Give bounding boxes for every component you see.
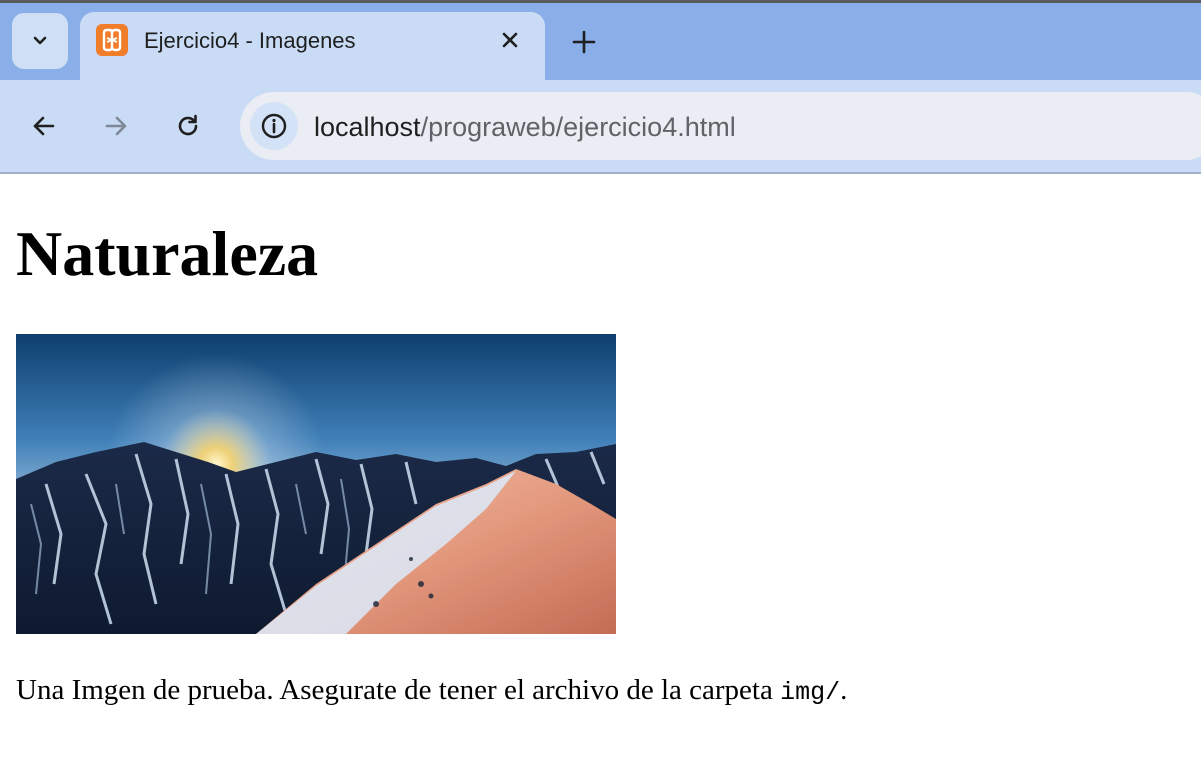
- info-icon: [261, 113, 287, 139]
- caption-code: img/: [780, 678, 841, 707]
- tab-strip: Ejercicio4 - Imagenes: [0, 0, 1201, 88]
- mountain-sunrise-photo: [16, 334, 616, 634]
- reload-button[interactable]: [168, 106, 208, 146]
- browser-toolbar: localhost/prograweb/ejercicio4.html: [0, 80, 1201, 172]
- back-button[interactable]: [24, 106, 64, 146]
- chevron-down-icon: [33, 36, 47, 45]
- toolbar-divider: [0, 172, 1201, 174]
- new-tab-button[interactable]: [566, 24, 602, 60]
- forward-button[interactable]: [96, 106, 136, 146]
- arrow-left-icon: [33, 116, 55, 136]
- site-info-button[interactable]: [250, 102, 298, 150]
- image-caption: Una Imgen de prueba. Asegurate de tener …: [16, 674, 847, 707]
- page-heading: Naturaleza: [16, 218, 319, 289]
- plus-icon: [572, 30, 596, 54]
- close-icon: [502, 32, 518, 48]
- caption-text: Una Imgen de prueba. Asegurate de tener …: [16, 674, 781, 706]
- caption-end: .: [840, 674, 848, 706]
- arrow-right-icon: [105, 116, 127, 136]
- tab-search-button[interactable]: [12, 13, 68, 69]
- tab-title: Ejercicio4 - Imagenes: [144, 28, 356, 53]
- url-host: localhost: [314, 112, 421, 142]
- tab-close-button[interactable]: [494, 24, 526, 56]
- reload-icon: [178, 114, 198, 136]
- window-top-border: [0, 0, 1201, 3]
- address-bar[interactable]: localhost/prograweb/ejercicio4.html: [240, 92, 1201, 160]
- xampp-icon: [96, 24, 128, 56]
- browser-tab[interactable]: Ejercicio4 - Imagenes: [80, 12, 545, 88]
- url-path: /prograweb/ejercicio4.html: [420, 112, 736, 142]
- url-text[interactable]: localhost/prograweb/ejercicio4.html: [314, 112, 736, 143]
